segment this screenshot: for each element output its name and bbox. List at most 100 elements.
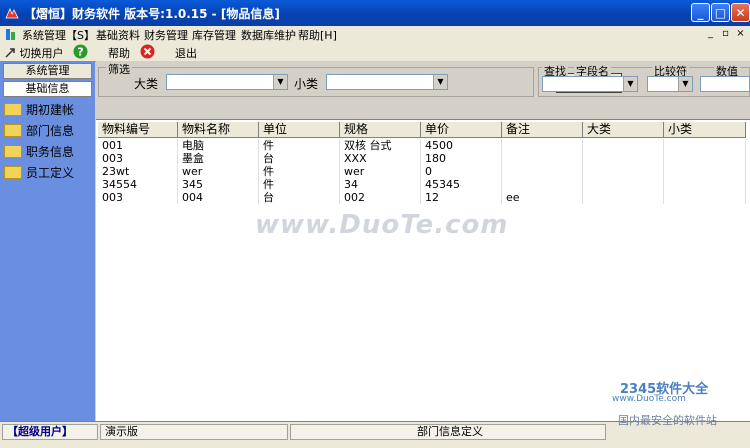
table-cell[interactable]: 件 — [259, 165, 340, 178]
column-header[interactable]: 物料名称 — [178, 122, 259, 138]
field-name-select[interactable]: ▼ — [542, 76, 638, 92]
table-cell[interactable]: 双核 台式 — [340, 139, 421, 152]
column-header[interactable]: 单位 — [259, 122, 340, 138]
table-cell[interactable]: 12 — [421, 191, 502, 204]
comparator-select[interactable]: ▼ — [647, 76, 693, 92]
table-cell[interactable]: 003 — [98, 152, 178, 165]
table-row[interactable]: 003 004 台 002 12 ee — [98, 191, 746, 204]
value-input[interactable] — [700, 76, 750, 92]
nav-item-label: 期初建帐 — [26, 103, 75, 117]
menu-inventory[interactable]: 库存管理 — [192, 27, 236, 43]
grid-body: 001 电脑件双核 台式 4500 003 墨盒台 XXX 180 23wt wer 件 wer 0 3… — [98, 139, 746, 204]
folder-icon — [4, 103, 22, 116]
nav-item-employees[interactable]: 员工定义 — [4, 163, 94, 183]
menu-system[interactable]: 系统管理【S】 — [22, 27, 95, 43]
help-button[interactable]: 帮助 — [108, 45, 130, 61]
subcategory-label: 小类 — [294, 77, 319, 91]
switch-user-button[interactable]: 切换用户 — [4, 45, 64, 61]
table-cell[interactable]: 电脑 — [178, 139, 259, 152]
table-row[interactable]: 23wt wer 件 wer 0 — [98, 165, 746, 178]
chevron-down-icon: ▼ — [433, 75, 447, 89]
table-cell[interactable]: 180 — [421, 152, 502, 165]
table-cell[interactable]: 台 — [259, 152, 340, 165]
table-cell[interactable]: 4500 — [421, 139, 502, 152]
column-header[interactable]: 小类 — [664, 122, 746, 138]
table-cell[interactable]: ee — [502, 191, 583, 204]
subcategory-select[interactable]: ▼ — [326, 74, 448, 90]
table-cell[interactable] — [664, 191, 746, 204]
table-cell[interactable]: 001 — [98, 139, 178, 152]
table-cell[interactable] — [664, 152, 746, 165]
minimize-button[interactable]: _ — [691, 3, 710, 22]
table-row[interactable]: 001 电脑件双核 台式 4500 — [98, 139, 746, 152]
filter-legend: 筛选 — [106, 61, 132, 77]
table-cell[interactable]: 墨盒 — [178, 152, 259, 165]
table-cell[interactable] — [583, 191, 664, 204]
item-grid[interactable]: 物料编号 物料名称 单位 规格 单价 备注 大类 小类 001 电脑件双核 台式 4… — [96, 119, 750, 422]
watermark-slogan: 国内最安全的软件站 — [618, 414, 717, 427]
table-cell[interactable]: 004 — [178, 191, 259, 204]
nav-item-label: 职务信息 — [26, 145, 75, 159]
column-header[interactable]: 物料编号 — [98, 122, 178, 138]
table-cell[interactable] — [664, 165, 746, 178]
table-cell[interactable]: 002 — [340, 191, 421, 204]
table-row[interactable]: 003 墨盒台 XXX 180 — [98, 152, 746, 165]
table-cell[interactable] — [583, 165, 664, 178]
table-cell[interactable]: 003 — [98, 191, 178, 204]
table-cell[interactable]: wer — [178, 165, 259, 178]
table-cell[interactable]: 件 — [259, 139, 340, 152]
switch-user-label: 切换用户 — [19, 47, 64, 60]
table-cell[interactable]: 34 — [340, 178, 421, 191]
window-title: 【熠恒】财务软件 版本号:1.0.15 - [物品信息] — [24, 7, 280, 21]
menu-basic-data[interactable]: 基础资料 — [96, 27, 140, 43]
table-cell[interactable]: 34554 — [98, 178, 178, 191]
table-cell[interactable] — [583, 152, 664, 165]
table-row[interactable]: 34554 345 件 34 45345 — [98, 178, 746, 191]
menu-help[interactable]: 帮助[H] — [298, 27, 337, 43]
tab-system-management[interactable]: 系统管理 — [3, 63, 92, 79]
nav-item-opening-accounts[interactable]: 期初建帐 — [4, 100, 94, 120]
column-header[interactable]: 单价 — [421, 122, 502, 138]
help-icon[interactable]: ? — [73, 44, 88, 59]
app-logo-icon — [5, 7, 19, 19]
column-header[interactable]: 规格 — [340, 122, 421, 138]
nav-item-positions[interactable]: 职务信息 — [4, 142, 94, 162]
folder-icon — [4, 145, 22, 158]
maximize-button[interactable]: □ — [711, 3, 730, 22]
table-cell[interactable] — [502, 139, 583, 152]
table-cell[interactable] — [664, 178, 746, 191]
title-bar: 【熠恒】财务软件 版本号:1.0.15 - [物品信息] _ □ ✕ — [0, 0, 750, 26]
table-cell[interactable]: 台 — [259, 191, 340, 204]
table-cell[interactable] — [583, 139, 664, 152]
table-cell[interactable] — [583, 178, 664, 191]
column-header[interactable]: 大类 — [583, 122, 664, 138]
table-cell[interactable]: XXX — [340, 152, 421, 165]
table-cell[interactable]: 件 — [259, 178, 340, 191]
menu-bar: 系统管理【S】 基础资料 财务管理 库存管理 数据库维护 帮助[H] _ ▫ × — [0, 26, 750, 44]
tab-basic-info[interactable]: 基础信息 — [3, 81, 92, 97]
table-cell[interactable] — [502, 152, 583, 165]
menu-database[interactable]: 数据库维护 — [241, 27, 296, 43]
mdi-minimize-button[interactable]: _ — [704, 27, 717, 40]
exit-button[interactable]: 退出 — [175, 45, 197, 61]
table-cell[interactable] — [502, 165, 583, 178]
table-cell[interactable]: 23wt — [98, 165, 178, 178]
status-user: 【超级用户】 — [2, 424, 98, 440]
table-cell[interactable]: 0 — [421, 165, 502, 178]
svg-text:?: ? — [77, 46, 83, 59]
mdi-restore-button[interactable]: ▫ — [719, 27, 732, 40]
exit-icon[interactable] — [140, 44, 155, 59]
close-button[interactable]: ✕ — [731, 3, 750, 22]
column-header[interactable]: 备注 — [502, 122, 583, 138]
table-cell[interactable]: wer — [340, 165, 421, 178]
mdi-close-button[interactable]: × — [734, 27, 747, 40]
folder-icon — [4, 124, 22, 137]
chevron-down-icon: ▼ — [678, 77, 692, 91]
menu-finance[interactable]: 财务管理 — [144, 27, 188, 43]
table-cell[interactable]: 45345 — [421, 178, 502, 191]
nav-item-departments[interactable]: 部门信息 — [4, 121, 94, 141]
category-select[interactable]: ▼ — [166, 74, 288, 90]
table-cell[interactable]: 345 — [178, 178, 259, 191]
table-cell[interactable] — [502, 178, 583, 191]
table-cell[interactable] — [664, 139, 746, 152]
